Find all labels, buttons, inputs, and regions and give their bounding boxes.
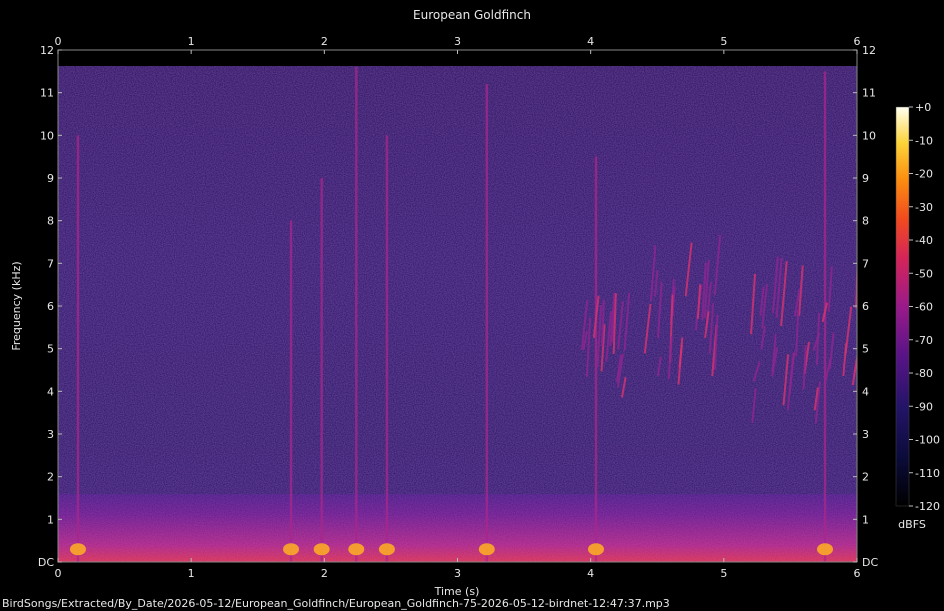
- y-tick-label-right: 9: [862, 172, 869, 185]
- y-tick-label: 12: [40, 44, 54, 57]
- colorbar-tick-label: -60: [915, 301, 933, 314]
- colorbar-label: dBFS: [898, 518, 926, 531]
- broadband-click: [355, 67, 358, 562]
- y-tick-label-right: 4: [862, 385, 869, 398]
- y-tick-label-right: 2: [862, 471, 869, 484]
- broadband-click: [594, 156, 598, 562]
- colorbar-tick-label: -70: [915, 334, 933, 347]
- click-hotspot: [817, 543, 834, 556]
- y-tick-label-right: DC: [862, 556, 878, 569]
- colorbar-tick-label: -90: [915, 400, 933, 413]
- x-tick-label-top: 2: [321, 35, 328, 48]
- colorbar-gradient: [896, 107, 909, 506]
- colorbar: +0 -10 -20 -30 -40 -50 -60 -70 -80 -90 -100 -110 -12…: [895, 101, 940, 531]
- colorbar-tick-label: -100: [915, 434, 940, 447]
- plot-area: [58, 50, 857, 562]
- colorbar-tick-label: -80: [915, 367, 933, 380]
- colorbar-tick-label: -50: [915, 267, 933, 280]
- broadband-click: [320, 178, 323, 562]
- click-hotspot: [587, 543, 604, 556]
- y-tick-label: 3: [47, 428, 54, 441]
- colorbar-tick-label: -30: [915, 201, 933, 214]
- file-path: BirdSongs/Extracted/By_Date/2026-05-12/E…: [2, 597, 670, 610]
- y-tick-label: 6: [47, 300, 54, 313]
- y-tick-label: DC: [38, 556, 54, 569]
- y-tick-label: 2: [47, 471, 54, 484]
- spectrogram-figure: European Goldfinch 00112233445566DC DC1 12…: [2, 8, 940, 610]
- colorbar-tick-label: -110: [915, 467, 940, 480]
- y-axis-label: Frequency (kHz): [10, 261, 23, 350]
- x-tick-label: 4: [587, 567, 594, 580]
- colorbar-tick-label: +0: [915, 101, 931, 114]
- x-tick-label: 1: [188, 567, 195, 580]
- broadband-click: [76, 135, 80, 562]
- click-hotspot: [283, 543, 300, 556]
- x-tick-label: 5: [720, 567, 727, 580]
- y-tick-label: 7: [47, 257, 54, 270]
- y-tick-label-right: 7: [862, 257, 869, 270]
- y-tick-label: 8: [47, 215, 54, 228]
- y-tick-label-right: 8: [862, 215, 869, 228]
- colorbar-tick-label: -10: [915, 134, 933, 147]
- y-tick-label: 10: [40, 129, 54, 142]
- broadband-click: [289, 220, 293, 562]
- y-tick-label-right: 11: [862, 87, 876, 100]
- x-tick-label: 0: [55, 567, 62, 580]
- y-tick-label-right: 6: [862, 300, 869, 313]
- y-tick-label: 5: [47, 343, 54, 356]
- colorbar-tick-label: -40: [915, 234, 933, 247]
- y-tick-label-right: 12: [862, 44, 876, 57]
- y-tick-label-right: 3: [862, 428, 869, 441]
- colorbar-tick-label: -120: [915, 500, 940, 513]
- click-hotspot: [378, 543, 395, 556]
- x-tick-label-top: 1: [188, 35, 195, 48]
- x-tick-label-top: 6: [854, 35, 861, 48]
- click-hotspot: [69, 543, 86, 556]
- y-tick-label: 11: [40, 87, 54, 100]
- x-tick-label: 2: [321, 567, 328, 580]
- x-tick-label: 3: [454, 567, 461, 580]
- click-hotspot: [348, 543, 365, 556]
- x-tick-label-top: 4: [587, 35, 594, 48]
- y-tick-label-right: 5: [862, 343, 869, 356]
- colorbar-tick-label: -20: [915, 168, 933, 181]
- click-hotspot: [313, 543, 330, 556]
- x-tick-label-top: 3: [454, 35, 461, 48]
- x-tick-label-top: 5: [720, 35, 727, 48]
- broadband-click: [385, 135, 389, 562]
- click-hotspot: [478, 543, 495, 556]
- x-tick-label-top: 0: [55, 35, 62, 48]
- y-tick-label: 4: [47, 385, 54, 398]
- y-tick-label: 9: [47, 172, 54, 185]
- y-tick-label: 1: [47, 513, 54, 526]
- x-tick-label: 6: [854, 567, 861, 580]
- y-tick-label-right: 1: [862, 513, 869, 526]
- chart-title: European Goldfinch: [413, 8, 531, 22]
- broadband-click: [485, 84, 488, 562]
- y-tick-label-right: 10: [862, 129, 876, 142]
